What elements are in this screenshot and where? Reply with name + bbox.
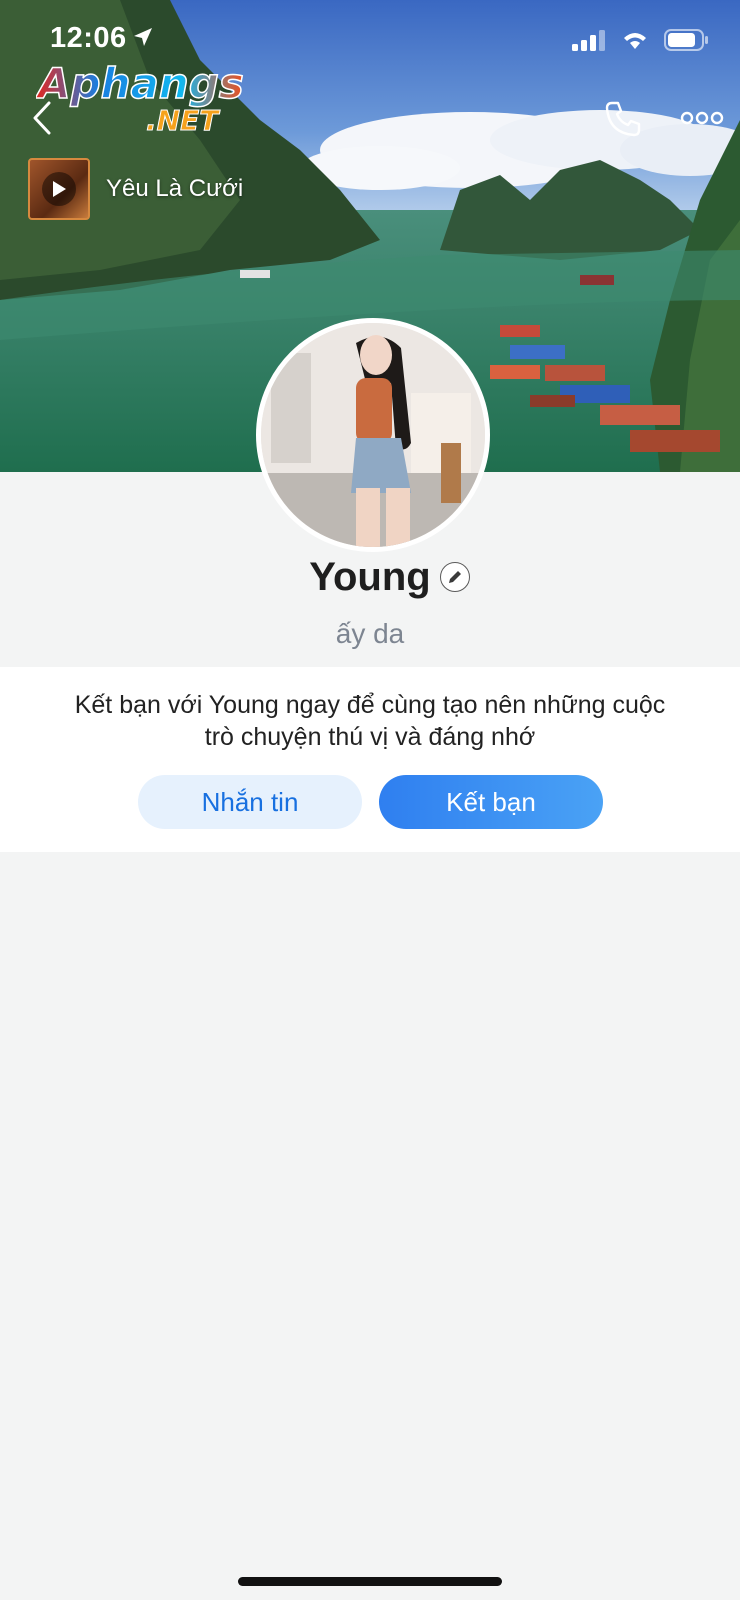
- more-options-button[interactable]: [676, 100, 728, 136]
- add-friend-card: Kết bạn với Young ngay để cùng tạo nên n…: [0, 667, 740, 852]
- invite-text-line1: Kết bạn với Young ngay để cùng tạo nên n…: [74, 691, 666, 719]
- chevron-left-icon: [33, 101, 51, 135]
- play-button[interactable]: [42, 172, 76, 206]
- profile-avatar[interactable]: [256, 318, 490, 552]
- music-thumbnail[interactable]: [28, 158, 90, 220]
- aphangs-watermark-logo: Aphangs .NET: [36, 58, 245, 136]
- message-button[interactable]: Nhắn tin: [138, 775, 362, 829]
- add-friend-button[interactable]: Kết bạn: [379, 775, 603, 829]
- more-dots-icon: [680, 111, 724, 125]
- cellular-signal-icon: [572, 30, 605, 51]
- battery-icon: [664, 29, 708, 51]
- status-icons: [572, 28, 710, 52]
- profile-status: ấy da: [335, 618, 405, 649]
- svg-text:.NET: .NET: [146, 104, 220, 136]
- status-time: 12:06: [50, 22, 127, 54]
- invite-text: Kết bạn với Young ngay để cùng tạo nên n…: [30, 689, 710, 753]
- wifi-icon: [624, 33, 646, 49]
- profile-music[interactable]: Yêu Là Cưới: [28, 158, 243, 220]
- profile-name-row: Young: [0, 555, 740, 600]
- profile-name: Young: [309, 555, 431, 599]
- back-button[interactable]: [22, 96, 62, 140]
- avatar-photo: [261, 323, 485, 547]
- edit-name-button[interactable]: [440, 562, 470, 592]
- home-indicator: [238, 1577, 502, 1586]
- music-title[interactable]: Yêu Là Cưới: [106, 175, 243, 203]
- location-arrow-icon: [134, 28, 152, 46]
- phone-icon: [605, 101, 641, 137]
- svg-text:Aphangs: Aphangs: [36, 59, 244, 108]
- call-button[interactable]: [600, 96, 646, 142]
- play-icon: [53, 181, 66, 197]
- pencil-icon: [449, 571, 461, 583]
- invite-text-line2: trò chuyện thú vị và đáng nhớ: [204, 723, 536, 751]
